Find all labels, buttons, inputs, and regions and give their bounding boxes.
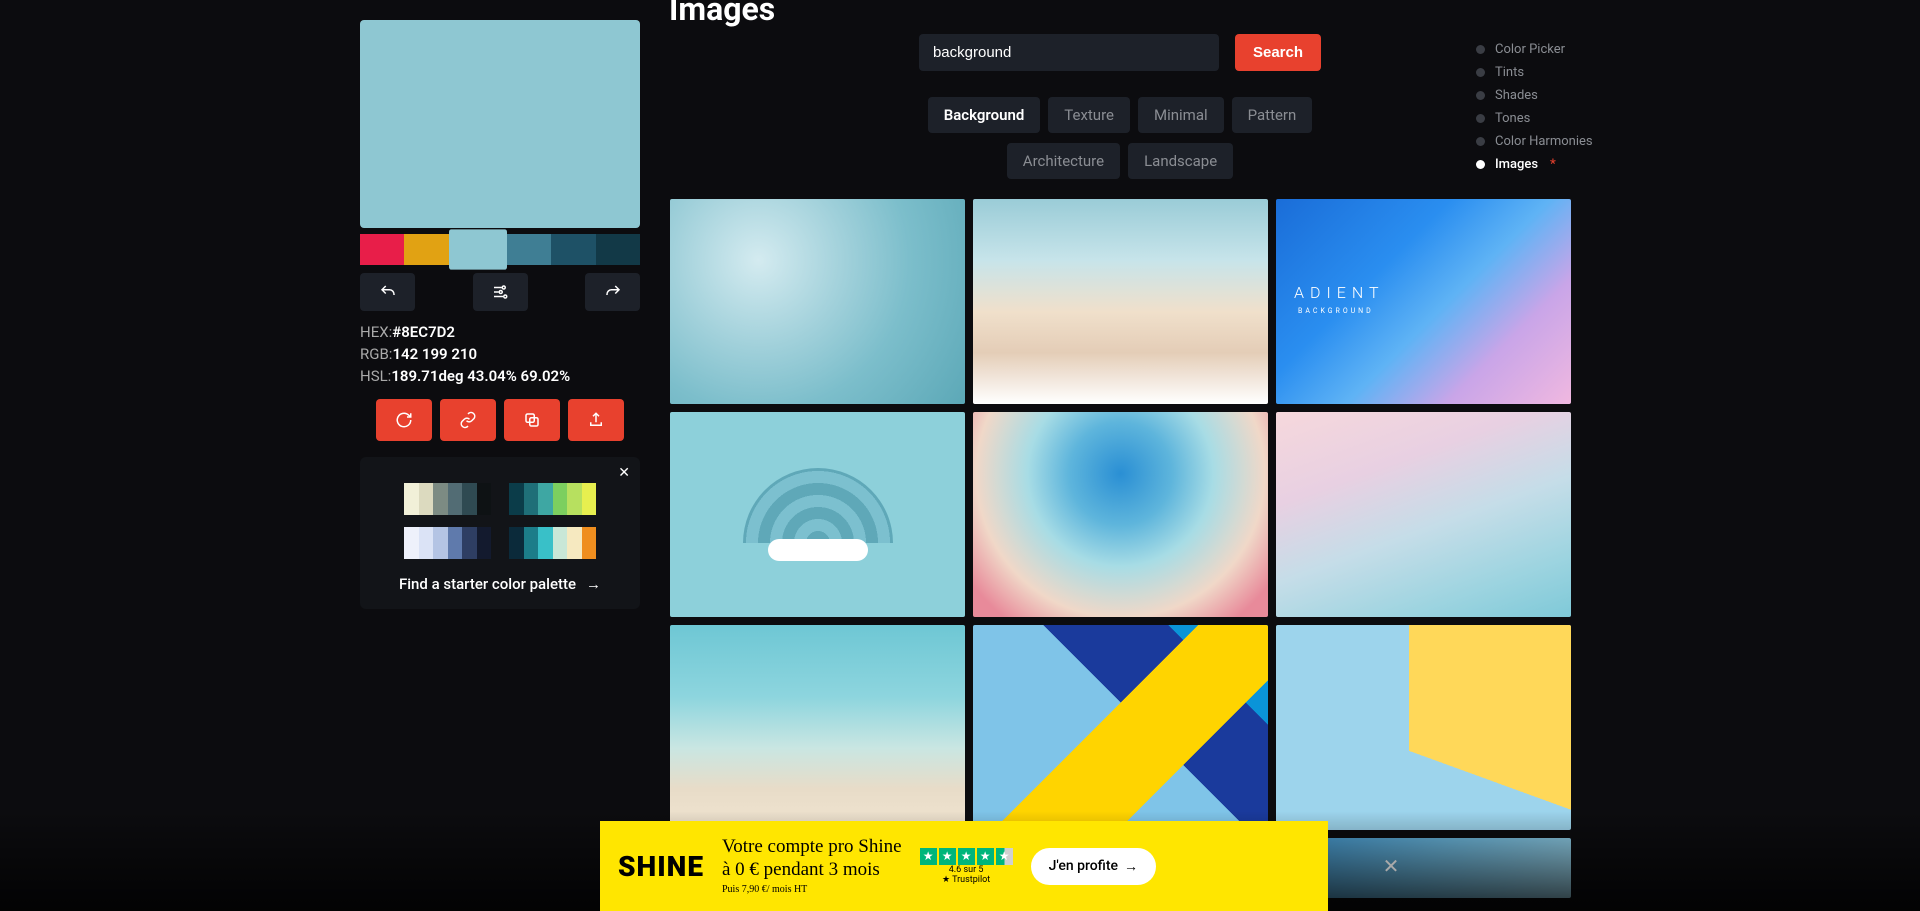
image-thumb[interactable]: [670, 625, 965, 830]
nav-dot-icon: [1476, 160, 1485, 169]
starter-palette[interactable]: [509, 527, 596, 559]
search-button[interactable]: Search: [1235, 34, 1321, 71]
filter-tag[interactable]: Landscape: [1128, 143, 1233, 179]
starter-palette[interactable]: [404, 527, 491, 559]
nav-dot-icon: [1476, 91, 1485, 100]
star-icon: *: [1550, 157, 1556, 172]
filter-tag[interactable]: Texture: [1048, 97, 1130, 133]
nav-item[interactable]: Shades: [1476, 88, 1636, 103]
page-title: Images: [669, 0, 775, 28]
filter-tag[interactable]: Pattern: [1232, 97, 1313, 133]
palette-swatch[interactable]: [449, 229, 507, 269]
nav-label: Color Harmonies: [1495, 134, 1593, 149]
color-panel: HEX:#8EC7D2 RGB:142 199 210 HSL:189.71de…: [360, 20, 640, 609]
nav-dot-icon: [1476, 68, 1485, 77]
action-row: [360, 399, 640, 441]
palette-swatch[interactable]: [551, 234, 595, 265]
thumb-label: ADIENT: [1294, 283, 1385, 302]
nav-label: Color Picker: [1495, 42, 1565, 57]
image-thumb[interactable]: [973, 412, 1268, 617]
image-thumb[interactable]: [973, 625, 1268, 830]
nav-item[interactable]: Tints: [1476, 65, 1636, 80]
palette-swatch[interactable]: [507, 234, 551, 265]
close-icon[interactable]: ✕: [618, 465, 630, 481]
starter-palette-link[interactable]: Find a starter color palette →: [380, 575, 620, 593]
ad-close-button[interactable]: ✕: [1374, 849, 1408, 883]
ad-banner[interactable]: SHINE Votre compte pro Shine à 0 € penda…: [600, 821, 1328, 911]
nav-item[interactable]: Images *: [1476, 157, 1636, 172]
nav-dot-icon: [1476, 45, 1485, 54]
hsl-info: HSL:189.71deg 43.04% 69.02%: [360, 367, 640, 385]
arrow-right-icon: →: [586, 575, 601, 593]
palette-swatch[interactable]: [404, 234, 448, 265]
search-row: Search: [670, 34, 1570, 71]
filter-tag[interactable]: Minimal: [1138, 97, 1224, 133]
section-nav: Color Picker Tints Shades Tones Color Harmon…: [1476, 42, 1636, 180]
starter-palette[interactable]: [509, 483, 596, 515]
filter-tag[interactable]: Background: [928, 97, 1041, 133]
copy-button[interactable]: [504, 399, 560, 441]
images-panel: Search BackgroundTextureMinimalPattern A…: [670, 34, 1570, 898]
starter-palette-box: ✕ Find a starter color palette →: [360, 457, 640, 609]
link-button[interactable]: [440, 399, 496, 441]
image-thumb[interactable]: [1276, 625, 1571, 830]
tag-row: ArchitectureLandscape: [670, 143, 1570, 179]
color-swatch-large: [360, 20, 640, 228]
starter-text-label: Find a starter color palette: [399, 575, 576, 593]
search-input[interactable]: [919, 34, 1219, 71]
redo-button[interactable]: [585, 273, 640, 311]
control-row: [360, 273, 640, 311]
image-thumb[interactable]: [670, 199, 965, 404]
starter-palette[interactable]: [404, 483, 491, 515]
thumb-sub: BACKGROUND: [1298, 307, 1374, 315]
ad-logo: SHINE: [618, 850, 704, 883]
image-thumb[interactable]: [670, 412, 965, 617]
palette-swatch[interactable]: [360, 234, 404, 265]
nav-dot-icon: [1476, 114, 1485, 123]
image-thumb[interactable]: ADIENT BACKGROUND: [1276, 199, 1571, 404]
image-thumb[interactable]: [973, 199, 1268, 404]
rgb-info: RGB:142 199 210: [360, 345, 640, 363]
arrow-right-icon: →: [1124, 858, 1138, 875]
filter-tag[interactable]: Architecture: [1007, 143, 1120, 179]
nav-label: Tones: [1495, 111, 1530, 126]
undo-button[interactable]: [360, 273, 415, 311]
nav-label: Shades: [1495, 88, 1538, 103]
share-button[interactable]: [568, 399, 624, 441]
tag-row: BackgroundTextureMinimalPattern: [670, 97, 1570, 133]
nav-item[interactable]: Tones: [1476, 111, 1636, 126]
nav-item[interactable]: Color Harmonies: [1476, 134, 1636, 149]
refresh-button[interactable]: [376, 399, 432, 441]
palette-swatch[interactable]: [596, 234, 640, 265]
hex-info: HEX:#8EC7D2: [360, 323, 640, 341]
adjust-button[interactable]: [473, 273, 528, 311]
ad-trustpilot: ★★★★★ 4.6 sur 5 ★ Trustpilot: [920, 848, 1013, 885]
palette-row: [360, 234, 640, 265]
image-grid: ADIENT BACKGROUND: [670, 199, 1570, 898]
nav-label: Images: [1495, 157, 1538, 172]
ad-text: Votre compte pro Shine à 0 € pendant 3 m…: [722, 836, 902, 897]
ad-cta-button[interactable]: J'en profite→: [1031, 848, 1156, 885]
image-thumb[interactable]: [1276, 412, 1571, 617]
nav-label: Tints: [1495, 65, 1524, 80]
nav-item[interactable]: Color Picker: [1476, 42, 1636, 57]
nav-dot-icon: [1476, 137, 1485, 146]
